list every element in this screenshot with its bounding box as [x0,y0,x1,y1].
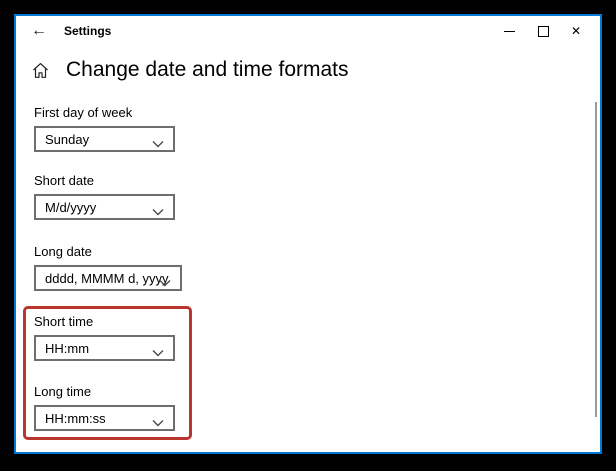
field-label: Short time [34,314,94,329]
dropdown-selected-value: Sunday [45,131,90,147]
arrow-left-icon: ← [31,22,47,39]
chevron-down-icon [159,274,171,287]
maximize-button[interactable] [526,16,560,46]
chevron-down-icon [152,414,164,427]
field-label: First day of week [34,105,133,120]
field-short-date: Short date M/d/yyyy [34,173,175,220]
minimize-button[interactable] [492,16,526,46]
first-day-of-week-dropdown[interactable]: Sunday [34,126,175,152]
titlebar: ← Settings ✕ [16,16,600,46]
page-title: Change date and time formats [66,58,349,81]
long-date-dropdown[interactable]: dddd, MMMM d, yyyy [34,265,182,291]
chevron-down-icon [152,203,164,216]
field-first-day-of-week: First day of week Sunday [34,105,175,152]
field-short-time: Short time HH:mm [34,314,175,361]
back-button[interactable]: ← [22,16,56,46]
long-time-dropdown[interactable]: HH:mm:ss [34,405,175,431]
field-label: Long time [34,384,92,399]
window-title: Settings [64,24,112,38]
field-long-date: Long date dddd, MMMM d, yyyy [34,244,182,291]
dropdown-selected-value: M/d/yyyy [45,199,97,215]
field-long-time: Long time HH:mm:ss [34,384,175,431]
scrollbar-thumb[interactable] [595,102,597,417]
maximize-icon [537,25,549,37]
settings-window: ← Settings ✕ Change date and time format… [14,14,602,454]
chevron-down-icon [152,344,164,357]
dropdown-selected-value: HH:mm [45,340,90,356]
chevron-down-icon [152,135,164,148]
dropdown-selected-value: dddd, MMMM d, yyyy [45,270,169,286]
short-date-dropdown[interactable]: M/d/yyyy [34,194,175,220]
close-icon: ✕ [570,24,582,38]
field-label: Long date [34,244,92,259]
close-button[interactable]: ✕ [559,16,593,46]
dropdown-selected-value: HH:mm:ss [45,410,106,426]
minimize-icon [503,30,515,32]
desktop-background: ← Settings ✕ Change date and time format… [0,0,616,471]
home-icon [32,62,49,79]
field-label: Short date [34,173,94,188]
short-time-dropdown[interactable]: HH:mm [34,335,175,361]
